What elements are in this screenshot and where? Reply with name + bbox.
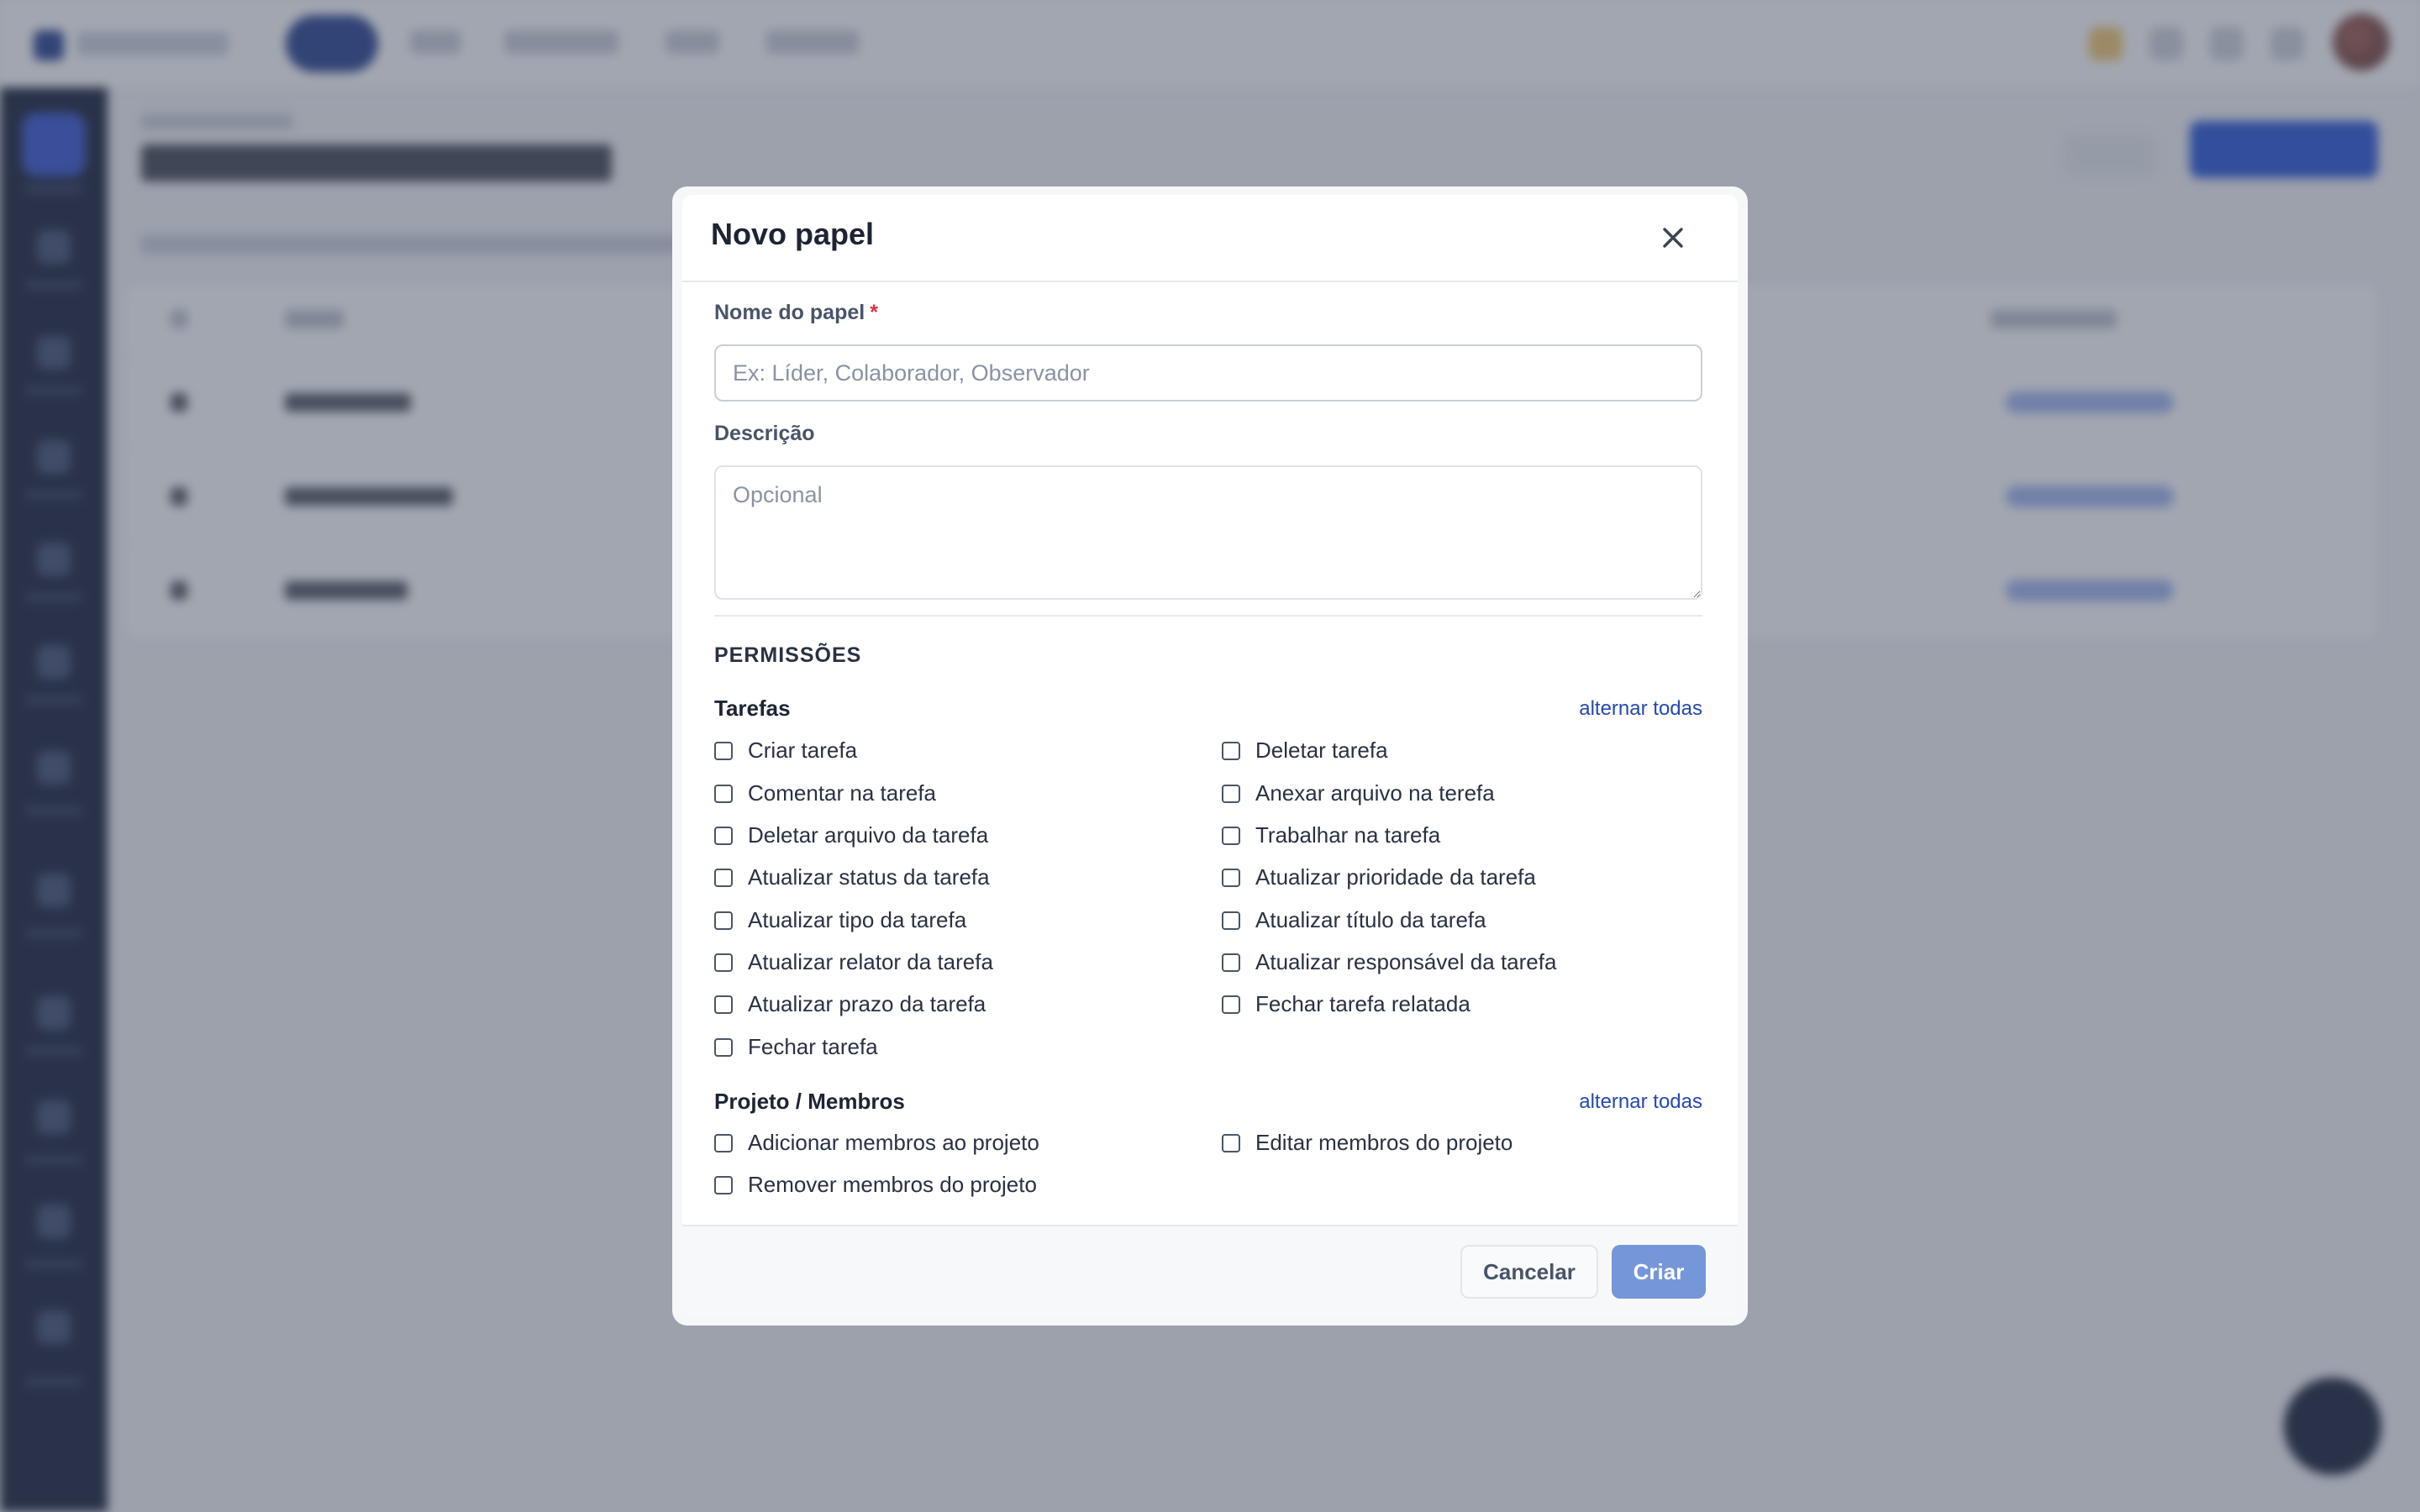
- checkbox[interactable]: [1222, 784, 1240, 803]
- permission-update-reporter[interactable]: Atualizar relator da tarefa: [714, 949, 993, 975]
- permission-label: Remover membros do projeto: [748, 1172, 1037, 1197]
- permission-group-title-project-members: Projeto / Membros: [714, 1089, 905, 1114]
- checkbox[interactable]: [714, 1133, 733, 1152]
- checkbox[interactable]: [1222, 911, 1240, 930]
- permission-edit-members[interactable]: Editar membros do projeto: [1222, 1130, 1512, 1156]
- required-marker: *: [870, 301, 878, 324]
- role-name-label: Nome do papel *: [714, 301, 878, 324]
- permission-label: Atualizar prioridade da tarefa: [1255, 864, 1536, 890]
- permission-update-title[interactable]: Atualizar título da tarefa: [1222, 907, 1486, 933]
- checkbox[interactable]: [714, 826, 733, 845]
- permission-label: Atualizar prazo da tarefa: [748, 991, 986, 1016]
- permission-label: Deletar tarefa: [1255, 738, 1388, 763]
- permission-update-status[interactable]: Atualizar status da tarefa: [714, 864, 990, 890]
- permission-label: Anexar arquivo na terefa: [1255, 780, 1495, 806]
- permission-attach-file[interactable]: Anexar arquivo na terefa: [1222, 780, 1495, 806]
- permission-update-type[interactable]: Atualizar tipo da tarefa: [714, 907, 966, 933]
- permission-create-task[interactable]: Criar tarefa: [714, 738, 857, 764]
- create-button[interactable]: Criar: [1612, 1245, 1706, 1299]
- permission-label: Fechar tarefa: [748, 1034, 878, 1059]
- checkbox[interactable]: [1222, 953, 1240, 972]
- permission-label: Fechar tarefa relatada: [1255, 991, 1470, 1016]
- checkbox[interactable]: [714, 995, 733, 1014]
- description-textarea[interactable]: [714, 465, 1702, 600]
- permission-group-title-tasks: Tarefas: [714, 696, 791, 721]
- description-label: Descrição: [714, 422, 815, 445]
- checkbox[interactable]: [1222, 741, 1240, 760]
- permission-label: Atualizar responsável da tarefa: [1255, 949, 1557, 974]
- permission-update-assignee[interactable]: Atualizar responsável da tarefa: [1222, 949, 1556, 975]
- permission-remove-members[interactable]: Remover membros do projeto: [714, 1172, 1037, 1198]
- permission-work-on-task[interactable]: Trabalhar na tarefa: [1222, 822, 1440, 848]
- permission-add-members[interactable]: Adicionar membros ao projeto: [714, 1130, 1039, 1156]
- modal-title: Novo papel: [711, 217, 875, 251]
- permission-close-task[interactable]: Fechar tarefa: [714, 1034, 878, 1060]
- permission-delete-attachment[interactable]: Deletar arquivo da tarefa: [714, 822, 988, 848]
- permission-label: Adicionar membros ao projeto: [748, 1130, 1039, 1155]
- permission-label: Atualizar status da tarefa: [748, 864, 990, 890]
- permission-label: Comentar na tarefa: [748, 780, 937, 806]
- checkbox[interactable]: [714, 741, 733, 760]
- permission-label: Criar tarefa: [748, 738, 858, 763]
- permission-update-due-date[interactable]: Atualizar prazo da tarefa: [714, 991, 986, 1017]
- permissions-title: PERMISSÕES: [714, 643, 862, 667]
- modal-frame: Novo papel Nome do papel* Descrição PERM…: [672, 186, 1748, 1326]
- checkbox[interactable]: [714, 1037, 733, 1057]
- checkbox[interactable]: [1222, 1133, 1240, 1152]
- checkbox[interactable]: [714, 784, 733, 803]
- toggle-all-project-link[interactable]: alternar todas: [1579, 1090, 1702, 1114]
- permission-label: Editar membros do projeto: [1255, 1130, 1513, 1155]
- permission-delete-task[interactable]: Deletar tarefa: [1222, 738, 1388, 764]
- permission-comment-task[interactable]: Comentar na tarefa: [714, 780, 936, 806]
- permission-label: Atualizar tipo da tarefa: [748, 907, 967, 932]
- checkbox[interactable]: [1222, 826, 1240, 845]
- permission-update-priority[interactable]: Atualizar prioridade da tarefa: [1222, 864, 1536, 890]
- modal-header: Novo papel: [682, 195, 1738, 282]
- section-divider: [714, 615, 1702, 617]
- permission-label: Trabalhar na tarefa: [1255, 822, 1441, 848]
- checkbox[interactable]: [714, 953, 733, 972]
- new-role-dialog: Novo papel Nome do papel* Descrição PERM…: [682, 195, 1738, 1317]
- close-icon: [1663, 228, 1683, 248]
- checkbox[interactable]: [714, 868, 733, 887]
- toggle-all-tasks-link[interactable]: alternar todas: [1579, 697, 1702, 721]
- checkbox[interactable]: [1222, 995, 1240, 1014]
- close-button[interactable]: [1654, 218, 1692, 257]
- checkbox[interactable]: [1222, 868, 1240, 887]
- cancel-button[interactable]: Cancelar: [1460, 1245, 1598, 1299]
- checkbox[interactable]: [714, 1175, 733, 1194]
- permission-label: Deletar arquivo da tarefa: [748, 822, 989, 848]
- role-name-input[interactable]: [714, 344, 1702, 402]
- permission-label: Atualizar título da tarefa: [1255, 907, 1486, 932]
- permission-close-reported-task[interactable]: Fechar tarefa relatada: [1222, 991, 1470, 1017]
- permission-label: Atualizar relator da tarefa: [748, 949, 993, 974]
- checkbox[interactable]: [714, 911, 733, 930]
- modal-footer: Cancelar Criar: [682, 1225, 1738, 1317]
